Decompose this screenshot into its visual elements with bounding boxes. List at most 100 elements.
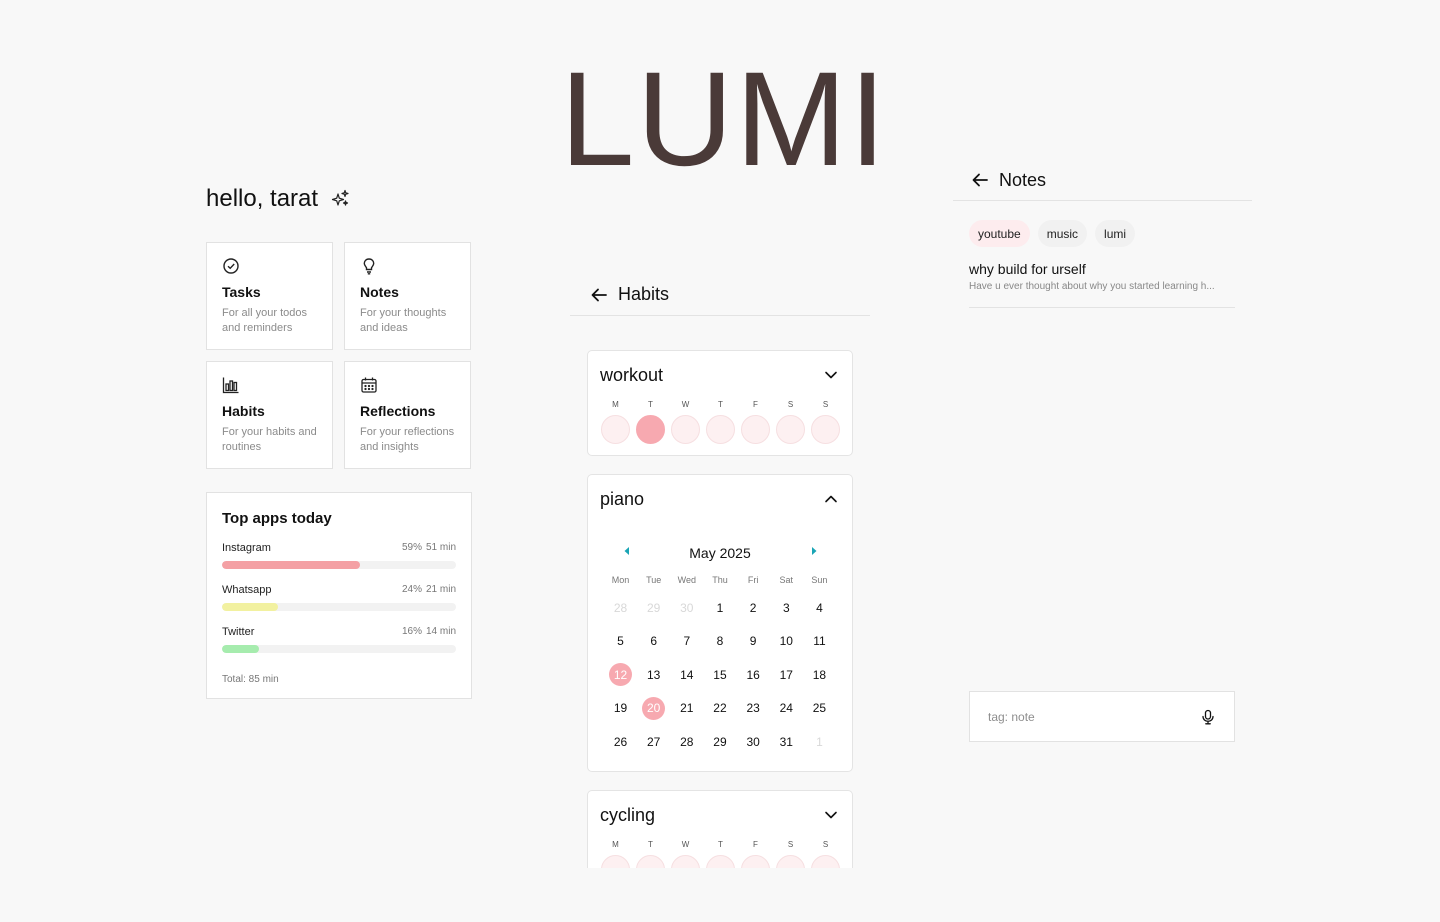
calendar-day[interactable]: 8: [703, 625, 736, 659]
calendar-day[interactable]: 23: [737, 692, 770, 726]
weekday-label: S: [787, 400, 794, 409]
calendar-day[interactable]: 24: [770, 692, 803, 726]
day-toggle[interactable]: [636, 855, 665, 868]
day-toggle[interactable]: [776, 855, 805, 868]
note-preview: Have u ever thought about why you starte…: [969, 281, 1215, 292]
calendar-day[interactable]: 11: [803, 625, 836, 659]
tag-chip-youtube[interactable]: youtube: [969, 220, 1030, 247]
weekday-name: Thu: [712, 575, 728, 585]
calendar-day[interactable]: 10: [770, 625, 803, 659]
day-toggle[interactable]: [776, 415, 805, 444]
calendar-day[interactable]: 18: [803, 658, 836, 692]
card-description: For all your todos and reminders: [222, 307, 307, 334]
usage-bar-track: [222, 645, 456, 653]
app-percent: 59%: [401, 542, 422, 553]
day-toggle[interactable]: [706, 415, 735, 444]
calendar-day[interactable]: 14: [670, 658, 703, 692]
day-toggle[interactable]: [811, 855, 840, 868]
back-arrow-icon[interactable]: [590, 286, 608, 304]
day-toggle[interactable]: [601, 855, 630, 868]
usage-bar-fill: [222, 561, 361, 569]
calendar-day[interactable]: 1: [703, 591, 736, 625]
calendar-nav: May 2025: [588, 543, 852, 563]
next-month-icon[interactable]: [810, 546, 818, 556]
calendar-day[interactable]: 17: [770, 658, 803, 692]
day-toggle[interactable]: [636, 415, 665, 444]
day-toggle[interactable]: [741, 415, 770, 444]
reflections-card[interactable]: Reflections For your reflections and ins…: [344, 361, 471, 469]
calendar-day[interactable]: 13: [637, 658, 670, 692]
app-logo: LUMI: [560, 45, 889, 194]
calendar-day[interactable]: 16: [737, 658, 770, 692]
calendar-day[interactable]: 29: [637, 591, 670, 625]
calendar-day[interactable]: 28: [604, 591, 637, 625]
calendar-day[interactable]: 25: [803, 692, 836, 726]
habit-card-cycling[interactable]: cycling M T W T F S S: [587, 790, 853, 868]
app-name: Whatsapp: [222, 584, 272, 596]
weekday-label: M: [612, 840, 619, 849]
weekday-label: W: [681, 840, 690, 849]
calendar-day[interactable]: 2: [737, 591, 770, 625]
calendar-day[interactable]: 5: [604, 625, 637, 659]
day-toggle[interactable]: [741, 855, 770, 868]
calendar-day[interactable]: 20: [637, 692, 670, 726]
chevron-down-icon[interactable]: [824, 368, 838, 382]
tasks-card[interactable]: Tasks For all your todos and reminders: [206, 242, 333, 350]
habit-name: piano: [600, 489, 645, 509]
calendar-day[interactable]: 1: [803, 725, 836, 759]
note-input[interactable]: [988, 709, 1200, 724]
habit-card-workout[interactable]: workout M T W T F S S: [587, 350, 853, 456]
app-usage-row: Twitter 16% 14 min: [222, 626, 456, 653]
chevron-down-icon[interactable]: [824, 808, 838, 822]
total-usage: Total: 85 min: [222, 674, 279, 685]
weekday-label: W: [681, 400, 690, 409]
habit-card-piano[interactable]: piano May 2025 Mon Tue Wed Thu Fri Sat S…: [587, 474, 853, 772]
calendar-day[interactable]: 30: [737, 725, 770, 759]
calendar-day[interactable]: 30: [670, 591, 703, 625]
calendar-day[interactable]: 15: [703, 658, 736, 692]
habits-card[interactable]: Habits For your habits and routines: [206, 361, 333, 469]
usage-bar-fill: [222, 645, 260, 653]
tag-chip-lumi[interactable]: lumi: [1095, 220, 1136, 247]
calendar-day[interactable]: 27: [637, 725, 670, 759]
greeting-text: hello, tarat: [206, 185, 319, 212]
chevron-up-icon[interactable]: [824, 492, 838, 506]
calendar-day[interactable]: 3: [770, 591, 803, 625]
habits-header: Habits: [570, 280, 870, 316]
calendar-day[interactable]: 21: [670, 692, 703, 726]
day-toggle[interactable]: [811, 415, 840, 444]
microphone-icon[interactable]: [1200, 709, 1216, 725]
app-time: 21 min: [425, 584, 456, 595]
day-toggle[interactable]: [706, 855, 735, 868]
notes-card[interactable]: Notes For your thoughts and ideas: [344, 242, 471, 350]
usage-bar-track: [222, 561, 456, 569]
calendar-day[interactable]: 9: [737, 625, 770, 659]
calendar-day[interactable]: 29: [703, 725, 736, 759]
calendar-day[interactable]: 6: [637, 625, 670, 659]
app-percent: 16%: [401, 626, 422, 637]
day-toggle[interactable]: [671, 855, 700, 868]
calendar-day[interactable]: 22: [703, 692, 736, 726]
calendar-week: 26 27 28 29 30 31 1: [604, 725, 836, 759]
habit-name: workout: [600, 365, 664, 385]
app-name: Twitter: [222, 626, 255, 638]
calendar-day[interactable]: 19: [604, 692, 637, 726]
back-arrow-icon[interactable]: [971, 171, 989, 189]
tag-chip-music[interactable]: music: [1037, 220, 1088, 247]
page-title: Notes: [999, 170, 1047, 190]
day-toggle[interactable]: [671, 415, 700, 444]
sparkles-icon: [331, 189, 349, 206]
note-title: why build for urself: [969, 261, 1086, 277]
calendar-day[interactable]: 28: [670, 725, 703, 759]
day-toggle[interactable]: [601, 415, 630, 444]
calendar-day[interactable]: 4: [803, 591, 836, 625]
calendar-day[interactable]: 26: [604, 725, 637, 759]
calendar-week: 5 6 7 8 9 10 11: [604, 625, 836, 659]
calendar-day[interactable]: 31: [770, 725, 803, 759]
app-time: 51 min: [425, 542, 456, 553]
app-time: 14 min: [425, 626, 456, 637]
weekday-label: T: [648, 840, 653, 849]
calendar-day[interactable]: 12: [604, 658, 637, 692]
note-list-item[interactable]: why build for urself Have u ever thought…: [969, 261, 1235, 308]
calendar-day[interactable]: 7: [670, 625, 703, 659]
